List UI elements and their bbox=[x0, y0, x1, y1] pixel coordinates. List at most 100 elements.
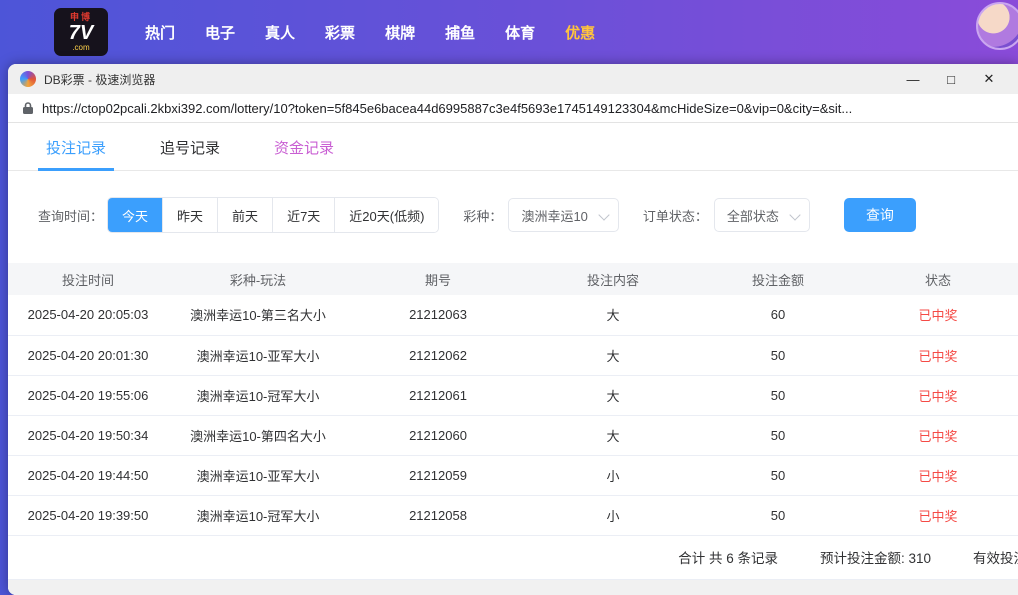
close-button[interactable]: ✕ bbox=[970, 65, 1008, 93]
cell-issue: 21212061 bbox=[348, 375, 528, 416]
cell-game: 澳洲幸运10-冠军大小 bbox=[168, 495, 348, 536]
header-bet-amount: 投注金额 bbox=[698, 263, 858, 295]
table-row: 2025-04-20 19:39:50 澳洲幸运10-冠军大小 21212058 小 5… bbox=[8, 495, 1018, 536]
site-nav: 热门 电子 真人 彩票 棋牌 捕鱼 体育 优惠 bbox=[130, 22, 610, 43]
window-controls: — □ ✕ bbox=[894, 65, 1008, 93]
user-avatar[interactable] bbox=[976, 2, 1018, 50]
header-status: 状态 bbox=[858, 263, 1018, 295]
bet-table-body: 2025-04-20 20:05:03 澳洲幸运10-第三名大小 21212063 大… bbox=[8, 295, 1018, 536]
cell-amount: 60 bbox=[698, 295, 858, 336]
browser-window: DB彩票 - 极速浏览器 — □ ✕ https://ctop02pcali.2… bbox=[8, 64, 1018, 595]
summary-bar: 合计 共 6 条记录 预计投注金额: 310 有效投注金额 bbox=[8, 536, 1018, 580]
summary-valid-amount: 有效投注金额 bbox=[973, 551, 1018, 566]
header-bet-content: 投注内容 bbox=[528, 263, 698, 295]
cell-time: 2025-04-20 20:05:03 bbox=[8, 295, 168, 336]
nav-item-fishing[interactable]: 捕鱼 bbox=[430, 22, 490, 43]
time-range-group: 今天 昨天 前天 近7天 近20天(低频) bbox=[107, 197, 440, 233]
header-game-play: 彩种-玩法 bbox=[168, 263, 348, 295]
nav-item-cards[interactable]: 棋牌 bbox=[370, 22, 430, 43]
minimize-button[interactable]: — bbox=[894, 65, 932, 93]
nav-item-hot[interactable]: 热门 bbox=[130, 22, 190, 43]
tab-fund-records[interactable]: 资金记录 bbox=[266, 137, 342, 170]
nav-item-slots[interactable]: 电子 bbox=[190, 22, 250, 43]
cell-amount: 50 bbox=[698, 495, 858, 536]
cell-game: 澳洲幸运10-第四名大小 bbox=[168, 415, 348, 456]
cell-game: 澳洲幸运10-冠军大小 bbox=[168, 375, 348, 416]
tab-bet-records[interactable]: 投注记录 bbox=[38, 137, 115, 171]
time-option-20days[interactable]: 近20天(低频) bbox=[335, 198, 439, 232]
cell-issue: 21212058 bbox=[348, 495, 528, 536]
lottery-select-value: 澳洲幸运10 bbox=[521, 208, 588, 224]
url-text[interactable]: https://ctop02pcali.2kbxi392.com/lottery… bbox=[42, 101, 852, 116]
header-bet-time: 投注时间 bbox=[8, 263, 168, 295]
cell-game: 澳洲幸运10-亚军大小 bbox=[168, 455, 348, 496]
cell-status: 已中奖 bbox=[858, 495, 1018, 536]
time-option-7days[interactable]: 近7天 bbox=[273, 198, 336, 232]
cell-status: 已中奖 bbox=[858, 455, 1018, 496]
time-option-yesterday[interactable]: 昨天 bbox=[163, 198, 219, 232]
cell-content: 小 bbox=[528, 495, 698, 536]
cell-content: 大 bbox=[528, 295, 698, 336]
cell-time: 2025-04-20 19:39:50 bbox=[8, 495, 168, 536]
cell-amount: 50 bbox=[698, 455, 858, 496]
site-logo[interactable]: 申博 7V .com bbox=[54, 8, 108, 56]
cell-time: 2025-04-20 19:44:50 bbox=[8, 455, 168, 496]
table-row: 2025-04-20 19:44:50 澳洲幸运10-亚军大小 21212059 小 5… bbox=[8, 455, 1018, 496]
logo-top-text: 申博 bbox=[69, 11, 92, 22]
cell-time: 2025-04-20 19:55:06 bbox=[8, 375, 168, 416]
maximize-button[interactable]: □ bbox=[932, 65, 970, 93]
table-row: 2025-04-20 19:50:34 澳洲幸运10-第四名大小 21212060 大… bbox=[8, 415, 1018, 456]
nav-item-lottery[interactable]: 彩票 bbox=[310, 22, 370, 43]
cell-amount: 50 bbox=[698, 415, 858, 456]
cell-issue: 21212060 bbox=[348, 415, 528, 456]
cell-content: 大 bbox=[528, 335, 698, 376]
cell-issue: 21212062 bbox=[348, 335, 528, 376]
cell-content: 大 bbox=[528, 375, 698, 416]
cell-game: 澳洲幸运10-第三名大小 bbox=[168, 295, 348, 336]
cell-amount: 50 bbox=[698, 375, 858, 416]
chevron-down-icon bbox=[598, 209, 610, 221]
table-header-row: 投注时间 彩种-玩法 期号 投注内容 投注金额 状态 bbox=[8, 263, 1018, 295]
summary-expected-amount: 预计投注金额: 310 bbox=[819, 551, 931, 566]
lottery-page: 投注记录 追号记录 资金记录 查询时间： 今天 昨天 前天 近7天 近20天(低… bbox=[8, 123, 1018, 595]
cell-game: 澳洲幸运10-亚军大小 bbox=[168, 335, 348, 376]
cell-status: 已中奖 bbox=[858, 295, 1018, 336]
cell-amount: 50 bbox=[698, 335, 858, 376]
chevron-down-icon bbox=[789, 209, 801, 221]
address-bar[interactable]: https://ctop02pcali.2kbxi392.com/lottery… bbox=[8, 94, 1018, 123]
cell-time: 2025-04-20 20:01:30 bbox=[8, 335, 168, 376]
record-tabs: 投注记录 追号记录 资金记录 bbox=[8, 123, 1018, 171]
site-header: 申博 7V .com 热门 电子 真人 彩票 棋牌 捕鱼 体育 优惠 bbox=[0, 0, 1018, 64]
nav-item-sports[interactable]: 体育 bbox=[490, 22, 550, 43]
order-status-select[interactable]: 全部状态 bbox=[713, 198, 810, 232]
browser-titlebar: DB彩票 - 极速浏览器 — □ ✕ bbox=[8, 64, 1018, 94]
cell-content: 小 bbox=[528, 455, 698, 496]
cell-status: 已中奖 bbox=[858, 335, 1018, 376]
time-option-day-before[interactable]: 前天 bbox=[218, 198, 274, 232]
header-issue: 期号 bbox=[348, 263, 528, 295]
summary-total: 合计 共 6 条记录 bbox=[678, 551, 778, 566]
search-button[interactable]: 查询 bbox=[843, 198, 916, 232]
page-bottom-strip bbox=[8, 579, 1018, 595]
cell-time: 2025-04-20 19:50:34 bbox=[8, 415, 168, 456]
nav-item-live[interactable]: 真人 bbox=[250, 22, 310, 43]
window-title: DB彩票 - 极速浏览器 bbox=[44, 72, 156, 87]
cell-issue: 21212059 bbox=[348, 455, 528, 496]
lock-icon bbox=[22, 101, 34, 115]
lottery-filter-label: 彩种： bbox=[463, 208, 503, 224]
status-filter-label: 订单状态： bbox=[642, 208, 708, 224]
time-filter-label: 查询时间： bbox=[38, 208, 104, 224]
filter-bar: 查询时间： 今天 昨天 前天 近7天 近20天(低频) 彩种： 澳洲幸运10 订… bbox=[8, 171, 1018, 263]
logo-sub-text: .com bbox=[72, 42, 90, 52]
table-row: 2025-04-20 19:55:06 澳洲幸运10-冠军大小 21212061 大 5… bbox=[8, 375, 1018, 416]
cell-status: 已中奖 bbox=[858, 415, 1018, 456]
nav-item-promo[interactable]: 优惠 bbox=[550, 22, 610, 43]
bet-records-table: 投注时间 彩种-玩法 期号 投注内容 投注金额 状态 2025-04-20 20… bbox=[8, 263, 1018, 536]
table-row: 2025-04-20 20:01:30 澳洲幸运10-亚军大小 21212062 大 5… bbox=[8, 335, 1018, 376]
cell-status: 已中奖 bbox=[858, 375, 1018, 416]
browser-favicon-icon bbox=[20, 71, 36, 87]
cell-issue: 21212063 bbox=[348, 295, 528, 336]
time-option-today[interactable]: 今天 bbox=[108, 198, 164, 232]
tab-chase-records[interactable]: 追号记录 bbox=[152, 137, 228, 170]
lottery-select[interactable]: 澳洲幸运10 bbox=[508, 198, 619, 232]
